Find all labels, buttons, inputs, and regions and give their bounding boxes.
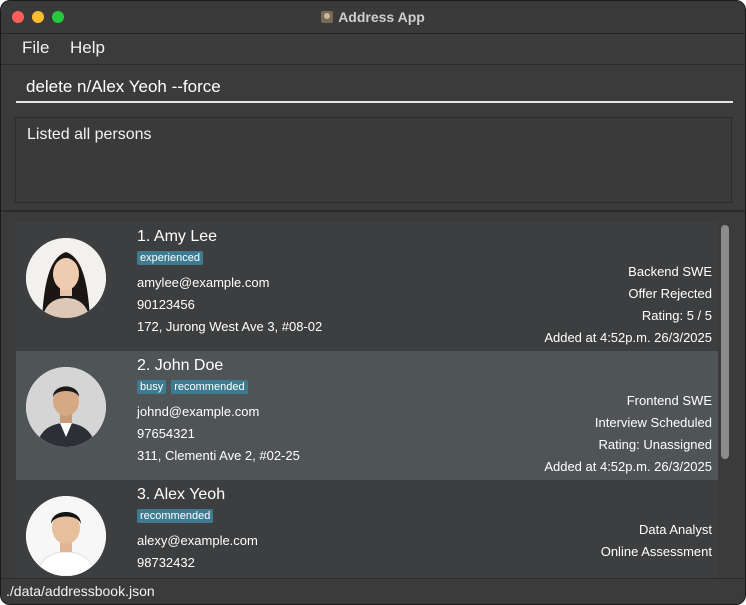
- person-stage: Online Assessment: [600, 544, 712, 559]
- person-name: 2. John Doe: [137, 357, 224, 374]
- result-area: Listed all persons: [1, 109, 745, 209]
- person-rating: Rating: Unassigned: [598, 437, 712, 452]
- person-address: 311, Clementi Ave 2, #02-25: [137, 448, 300, 463]
- menu-help[interactable]: Help: [70, 38, 105, 58]
- person-address: 172, Jurong West Ave 3, #08-02: [137, 319, 323, 334]
- person-photo-icon: [26, 496, 106, 576]
- person-name: 3. Alex Yeoh: [137, 486, 226, 503]
- person-added-time: Added at 4:52p.m. 26/3/2025: [544, 330, 712, 345]
- person-role: Data Analyst: [639, 522, 712, 537]
- person-role: Backend SWE: [628, 264, 712, 279]
- window-title: Address App: [338, 9, 425, 25]
- tag-badge: recommended: [137, 509, 214, 523]
- window-title-wrap: Address App: [1, 9, 745, 25]
- person-list: 1. Amy Lee experienced amylee@example.co…: [1, 212, 745, 578]
- person-card[interactable]: 2. John Doe busy recommended johnd@exampl…: [16, 351, 718, 480]
- app-window: Address App File Help Listed all persons: [0, 0, 746, 605]
- person-phone: 90123456: [137, 297, 195, 312]
- address-book-icon: [321, 11, 334, 23]
- data-file-path: ./data/addressbook.json: [6, 583, 155, 599]
- result-display: Listed all persons: [15, 117, 732, 203]
- person-phone: 97654321: [137, 426, 195, 441]
- avatar: [26, 496, 106, 576]
- person-phone: 98732432: [137, 555, 195, 570]
- person-card[interactable]: 3. Alex Yeoh recommended alexy@example.c…: [16, 480, 718, 578]
- menu-file[interactable]: File: [22, 38, 49, 58]
- person-stage: Interview Scheduled: [594, 415, 712, 430]
- menu-bar: File Help: [1, 34, 745, 65]
- list-scrollbar[interactable]: [721, 225, 729, 459]
- status-bar: ./data/addressbook.json: [1, 578, 745, 604]
- person-name: 1. Amy Lee: [137, 228, 218, 245]
- person-added-time: Added at 4:52p.m. 26/3/2025: [544, 459, 712, 474]
- person-email: alexy@example.com: [137, 533, 258, 548]
- person-email: johnd@example.com: [137, 404, 260, 419]
- tag-list: recommended: [137, 506, 218, 523]
- person-card[interactable]: 1. Amy Lee experienced amylee@example.co…: [16, 222, 718, 351]
- tag-badge: experienced: [137, 251, 203, 265]
- person-role: Frontend SWE: [626, 393, 712, 408]
- tag-badge: recommended: [171, 380, 248, 394]
- tag-list: busy recommended: [137, 377, 253, 394]
- person-photo-icon: [26, 367, 106, 447]
- command-area: [1, 65, 745, 107]
- tag-badge: busy: [137, 380, 167, 394]
- tag-list: experienced: [137, 248, 208, 265]
- title-bar: Address App: [1, 1, 745, 34]
- avatar: [26, 238, 106, 318]
- person-email: amylee@example.com: [137, 275, 270, 290]
- person-photo-icon: [26, 238, 106, 318]
- person-stage: Offer Rejected: [628, 286, 712, 301]
- result-message: Listed all persons: [27, 126, 152, 143]
- person-rating: Rating: 5 / 5: [641, 308, 712, 323]
- command-input[interactable]: [16, 73, 733, 103]
- avatar: [26, 367, 106, 447]
